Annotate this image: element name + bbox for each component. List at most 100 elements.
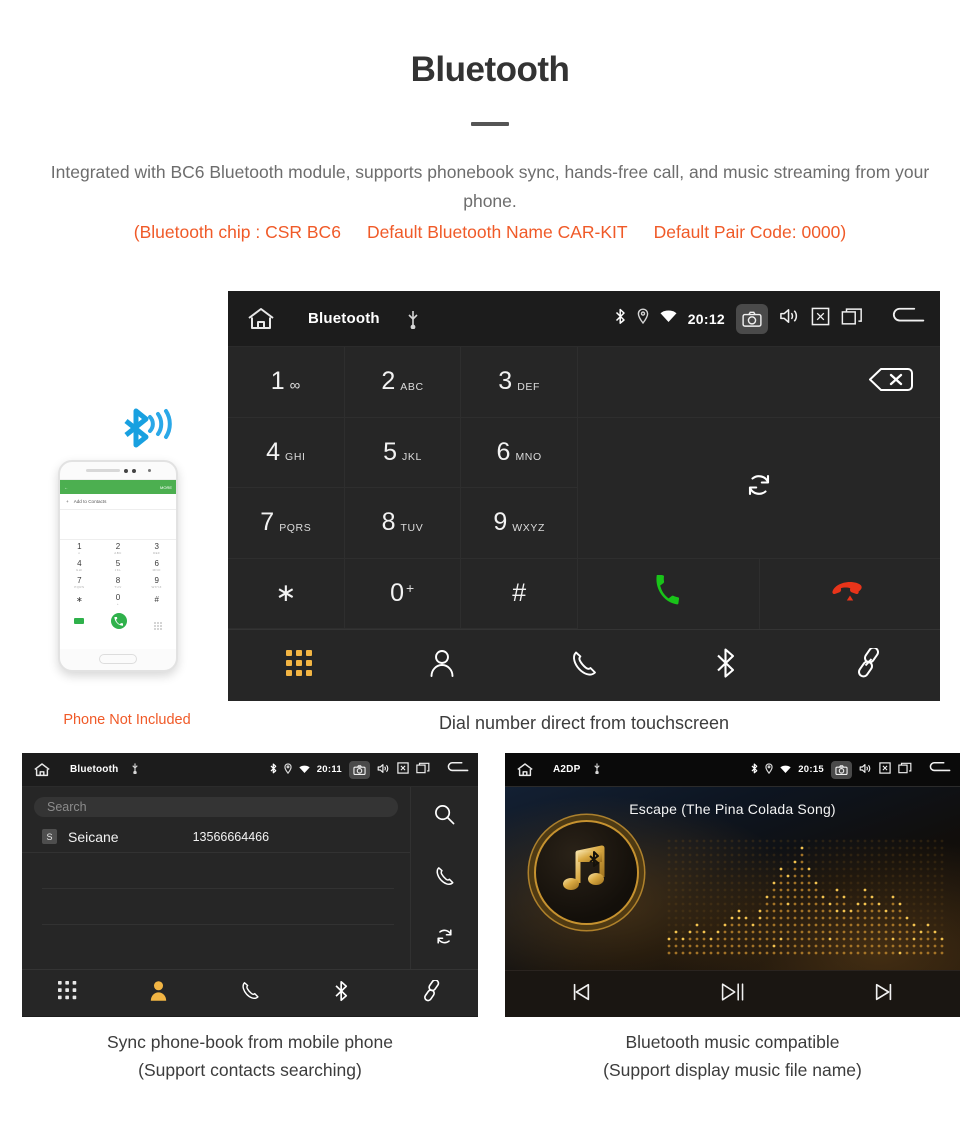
music-caption-line2: (Support display music file name)	[505, 1056, 960, 1084]
volume-icon[interactable]	[779, 307, 800, 330]
contact-row-empty	[42, 889, 394, 925]
previous-button[interactable]	[505, 981, 657, 1008]
close-box-icon[interactable]	[879, 761, 891, 779]
call-button[interactable]	[411, 848, 478, 909]
phone-earpiece	[60, 462, 176, 479]
dial-key-8[interactable]: 8 TUV	[345, 488, 462, 559]
key-number: 0	[390, 579, 404, 608]
phone-key: 1 ∞	[60, 540, 99, 557]
key-plus: +	[406, 580, 415, 596]
search-button[interactable]	[411, 787, 478, 848]
phone-number-field	[60, 510, 176, 540]
dial-key-9[interactable]: 9 WXYZ	[461, 488, 578, 559]
tab-contacts[interactable]	[113, 980, 204, 1006]
bluetooth-icon	[615, 308, 626, 330]
camera-icon[interactable]	[736, 304, 768, 334]
phone-more-label: MORE	[160, 485, 172, 490]
phone-key: 7 PQRS	[60, 574, 99, 591]
key-number: #	[512, 579, 526, 608]
recents-icon[interactable]	[841, 307, 863, 331]
volume-icon[interactable]	[377, 761, 390, 779]
key-number: ∗	[275, 578, 296, 608]
key-letters: JKL	[402, 451, 422, 463]
key-letters: MNO	[515, 451, 541, 463]
tab-bluetooth[interactable]	[296, 980, 387, 1007]
close-box-icon[interactable]	[397, 761, 409, 779]
phone-key-num: 0	[116, 593, 120, 602]
next-button[interactable]	[808, 981, 960, 1008]
tab-bluetooth[interactable]	[655, 647, 797, 684]
skip-previous-icon	[570, 981, 592, 1008]
search-input[interactable]: Search	[34, 797, 398, 817]
dialer-status-bar: Bluetooth 20:12	[228, 291, 940, 347]
home-icon[interactable]	[516, 762, 534, 778]
recents-icon[interactable]	[898, 761, 912, 779]
tab-link[interactable]	[387, 980, 478, 1007]
phone-key-num: 5	[116, 559, 120, 568]
back-icon[interactable]	[445, 761, 469, 779]
tab-contacts[interactable]	[370, 649, 512, 682]
camera-icon[interactable]	[349, 761, 370, 779]
close-box-icon[interactable]	[811, 307, 830, 331]
music-clock: 20:15	[798, 764, 824, 775]
phone-icon	[435, 865, 455, 892]
hangup-button[interactable]	[760, 559, 941, 630]
dialer-screen: Bluetooth 20:12 1 ∞ 2 ABC 3 DEF 4 GHI 5 …	[228, 291, 940, 701]
dialpad-icon	[58, 981, 77, 1005]
music-controls	[505, 970, 960, 1017]
music-screen: A2DP 20:15 Escape (The Pina Colada Song)	[505, 753, 960, 1017]
contact-row[interactable]: S Seicane 13566664466	[22, 821, 410, 853]
phone-key: 5 JKL	[99, 557, 138, 574]
play-pause-button[interactable]	[657, 979, 809, 1010]
dial-key-1[interactable]: 1 ∞	[228, 347, 345, 418]
phone-key: 4 GHI	[60, 557, 99, 574]
phone-appbar: ← MORE	[60, 480, 176, 494]
link-icon	[855, 648, 883, 683]
dialer-clock: 20:12	[688, 311, 725, 327]
dial-key-5[interactable]: 5 JKL	[345, 418, 462, 489]
dial-key-6[interactable]: 6 MNO	[461, 418, 578, 489]
call-button[interactable]	[578, 559, 760, 630]
phone-key-num: #	[154, 595, 158, 604]
dial-key-hash[interactable]: #	[461, 559, 578, 630]
home-icon[interactable]	[246, 306, 276, 332]
sync-button[interactable]	[411, 908, 478, 969]
phone-key-letters: DEF	[153, 551, 160, 555]
home-icon[interactable]	[33, 762, 51, 778]
contact-name: Seicane	[68, 829, 119, 845]
tab-dialpad[interactable]	[22, 981, 113, 1005]
phone-dialpad-icon	[154, 617, 162, 625]
phone-key-letters: +	[117, 602, 119, 606]
tab-link[interactable]	[798, 648, 940, 683]
back-icon[interactable]	[927, 761, 951, 779]
music-title: A2DP	[553, 764, 580, 775]
backspace-button[interactable]	[578, 347, 940, 418]
music-status-icons: 20:15	[751, 761, 951, 779]
dial-key-3[interactable]: 3 DEF	[461, 347, 578, 418]
tab-call-log[interactable]	[513, 649, 655, 683]
person-icon	[149, 980, 168, 1006]
bluetooth-icon	[751, 761, 758, 779]
phone-device: ← MORE + Add to Contacts 1 ∞ 2 ABC 3 DEF 4G…	[58, 460, 178, 672]
recents-icon[interactable]	[416, 761, 430, 779]
dial-key-7[interactable]: 7 PQRS	[228, 488, 345, 559]
tab-call-log[interactable]	[204, 980, 295, 1006]
phone-key-letters: ABC	[114, 551, 121, 555]
dial-key-4[interactable]: 4 GHI	[228, 418, 345, 489]
tab-dialpad[interactable]	[228, 650, 370, 681]
spec-line: (Bluetooth chip : CSR BC6 Default Bluetoo…	[0, 222, 980, 243]
back-icon[interactable]	[888, 306, 926, 331]
music-stage: Escape (The Pina Colada Song)	[505, 787, 960, 970]
volume-icon[interactable]	[859, 761, 872, 779]
dial-key-2[interactable]: 2 ABC	[345, 347, 462, 418]
person-icon	[429, 649, 455, 682]
dial-key-star[interactable]: ∗	[228, 559, 345, 630]
sync-button[interactable]	[578, 418, 940, 559]
dial-key-0[interactable]: 0 +	[345, 559, 462, 630]
camera-icon[interactable]	[831, 761, 852, 779]
phone-key-num: 8	[116, 576, 120, 585]
spec-pair-code: Default Pair Code: 0000)	[654, 222, 847, 242]
key-number: 7	[260, 508, 274, 537]
bluetooth-signal-icon	[120, 405, 184, 458]
phonebook-caption: Sync phone-book from mobile phone (Suppo…	[22, 1028, 478, 1084]
